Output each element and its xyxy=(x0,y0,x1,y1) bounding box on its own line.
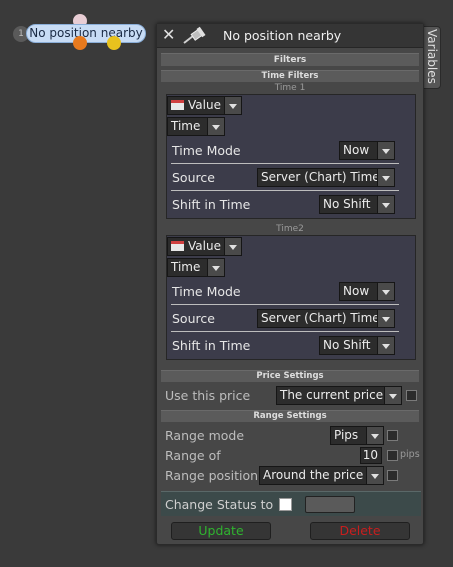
time1-group-label: Time 1 xyxy=(274,83,306,93)
use-price-checkbox[interactable] xyxy=(406,390,417,401)
chevron-down-icon[interactable] xyxy=(377,142,394,159)
time2-mode-combo[interactable]: Now xyxy=(339,282,395,301)
time1-value-combo[interactable]: Value xyxy=(167,96,242,115)
delete-button[interactable]: Delete xyxy=(310,522,410,540)
chevron-down-icon[interactable] xyxy=(377,196,394,213)
time2-source-combo[interactable]: Server (Chart) Time xyxy=(257,309,395,328)
calendar-icon xyxy=(171,100,184,110)
chevron-down-icon[interactable] xyxy=(366,427,383,444)
time2-group-label: Time2 xyxy=(276,224,304,234)
time2-source-label: Source xyxy=(172,311,215,326)
time2-value-combo[interactable]: Value xyxy=(167,237,242,256)
variables-tab[interactable]: Variables xyxy=(423,26,441,89)
change-status-checkbox[interactable] xyxy=(279,498,292,511)
time1-shift-combo[interactable]: No Shift xyxy=(319,195,395,214)
time2-mode-label: Time Mode xyxy=(172,284,241,299)
time2-shift-combo[interactable]: No Shift xyxy=(319,336,395,355)
chevron-down-icon[interactable] xyxy=(384,387,401,404)
change-status-label: Change Status to xyxy=(165,497,274,512)
dialog-titlebar[interactable]: ✕ No position nearby xyxy=(157,24,423,48)
chevron-down-icon[interactable] xyxy=(377,310,394,327)
time1-mode-combo[interactable]: Now xyxy=(339,141,395,160)
chevron-down-icon[interactable] xyxy=(377,283,394,300)
range-of-label: Range of xyxy=(165,448,221,463)
chevron-down-icon[interactable] xyxy=(377,337,394,354)
price-settings-header: Price Settings xyxy=(161,370,419,382)
time1-source-combo[interactable]: Server (Chart) Time xyxy=(257,168,395,187)
time2-group: Value Time Time Mode Now Source Server (… xyxy=(166,235,416,360)
chevron-down-icon[interactable] xyxy=(207,118,224,135)
divider xyxy=(171,163,399,164)
block-properties-dialog: ✕ No position nearby Filters Time Filter… xyxy=(156,23,424,545)
time2-shift-label: Shift in Time xyxy=(172,338,251,353)
pin-icon[interactable] xyxy=(181,26,207,46)
range-position-combo[interactable]: Around the price xyxy=(259,466,384,485)
dialog-title: No position nearby xyxy=(223,28,342,43)
range-of-checkbox[interactable] xyxy=(387,450,398,461)
time1-shift-label: Shift in Time xyxy=(172,197,251,212)
chevron-down-icon[interactable] xyxy=(366,467,383,484)
chevron-down-icon[interactable] xyxy=(224,97,241,114)
node-output-connector-orange[interactable] xyxy=(73,36,87,50)
range-settings-header: Range Settings xyxy=(161,410,419,422)
close-icon[interactable]: ✕ xyxy=(162,27,178,43)
time1-group: Value Time Time Mode Now Source Server (… xyxy=(166,94,416,219)
change-status-row: Change Status to xyxy=(161,491,421,516)
update-button[interactable]: Update xyxy=(171,522,271,540)
chevron-down-icon[interactable] xyxy=(377,169,394,186)
time1-type-combo[interactable]: Time xyxy=(167,117,225,136)
status-color-swatch[interactable] xyxy=(305,496,355,513)
divider xyxy=(171,190,399,191)
range-mode-label: Range mode xyxy=(165,428,245,443)
range-mode-checkbox[interactable] xyxy=(387,430,398,441)
time1-source-label: Source xyxy=(172,170,215,185)
variables-tab-label: Variables xyxy=(425,29,439,84)
node-output-connector-yellow[interactable] xyxy=(107,36,121,50)
range-mode-combo[interactable]: Pips xyxy=(330,426,384,445)
range-position-checkbox[interactable] xyxy=(387,470,398,481)
divider xyxy=(171,304,399,305)
divider xyxy=(171,331,399,332)
use-price-combo[interactable]: The current price xyxy=(276,386,402,405)
calendar-icon xyxy=(171,241,184,251)
range-of-input[interactable]: 10 xyxy=(360,447,382,464)
range-position-label: Range position xyxy=(165,468,259,483)
use-price-label: Use this price xyxy=(165,388,251,403)
time-filters-header: Time Filters xyxy=(161,70,419,82)
filters-header: Filters xyxy=(161,53,419,66)
chevron-down-icon[interactable] xyxy=(207,259,224,276)
time2-type-combo[interactable]: Time xyxy=(167,258,225,277)
chevron-down-icon[interactable] xyxy=(224,238,241,255)
range-of-unit: pips xyxy=(400,449,420,460)
time1-mode-label: Time Mode xyxy=(172,143,241,158)
